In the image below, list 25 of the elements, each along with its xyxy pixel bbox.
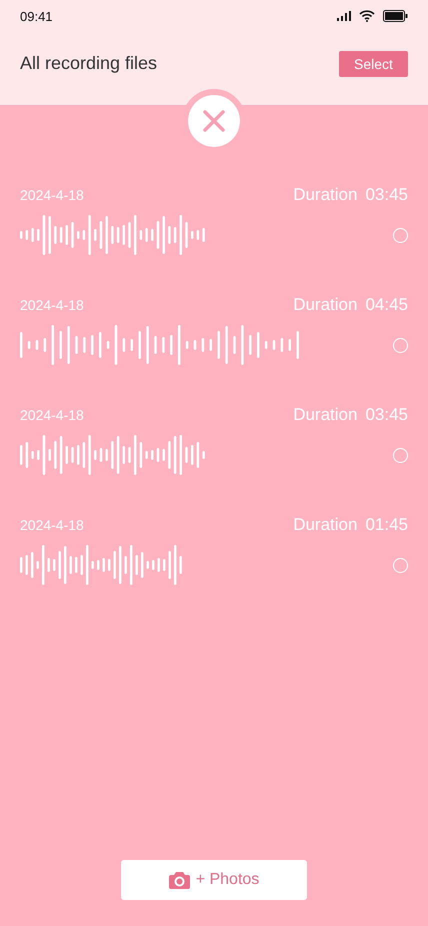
status-time: 09:41 [20,8,53,24]
duration-label: Duration [293,405,358,425]
select-button[interactable]: Select [339,50,408,76]
radio-button[interactable] [393,448,408,462]
recording-date: 2024-4-18 [20,187,84,203]
battery-icon [383,10,408,22]
radio-button[interactable] [393,228,408,242]
duration-value: 03:45 [365,185,408,205]
duration-label: Duration [293,295,358,315]
recording-date: 2024-4-18 [20,407,84,423]
radio-button[interactable] [393,338,408,352]
duration-value: 04:45 [365,295,408,315]
wifi-icon [359,10,375,22]
duration-label: Duration [293,185,358,205]
duration-value: 01:45 [365,515,408,535]
duration-value: 03:45 [365,405,408,425]
duration-label: Duration [293,515,358,535]
photos-button[interactable]: + Photos [121,860,307,900]
radio-button[interactable] [393,558,408,572]
recording-date: 2024-4-18 [20,517,84,533]
close-icon [203,110,225,132]
camera-icon [168,871,190,889]
signal-icon [337,11,351,21]
recording-date: 2024-4-18 [20,297,84,313]
page-title: All recording files [20,53,158,74]
